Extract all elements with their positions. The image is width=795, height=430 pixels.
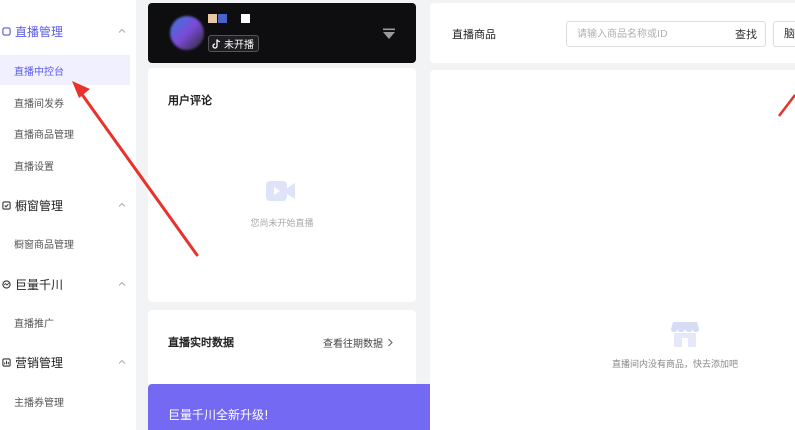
partial-button[interactable]: 脑 [773, 21, 795, 47]
sidebar-group-live[interactable]: 直播管理 [0, 20, 136, 42]
sidebar-item-live-coupons[interactable]: 直播间发券 [0, 87, 130, 117]
redacted-name-block [208, 14, 217, 23]
history-link-label: 查看往期数据 [323, 339, 383, 350]
chevron-up-icon[interactable] [118, 358, 126, 366]
sidebar-group-title: 营销管理 [15, 355, 64, 370]
empty-state-text: 直播间内没有商品，快去添加吧 [612, 360, 739, 370]
redacted-name-block [218, 14, 227, 23]
sidebar-item-showcase-products[interactable]: 橱窗商品管理 [0, 228, 130, 258]
sidebar-item-live-promotion[interactable]: 直播推广 [0, 307, 130, 337]
product-search-input[interactable] [567, 22, 717, 46]
section-title: 直播商品 [452, 28, 496, 41]
live-status-text: 未开播 [224, 40, 254, 51]
redacted-name-block [241, 14, 250, 23]
sidebar-group-title: 直播管理 [15, 24, 64, 39]
chevron-right-icon [388, 338, 393, 347]
card-title: 直播实时数据 [168, 336, 234, 349]
sidebar-group-qianchuan[interactable]: 巨量千川 [0, 273, 136, 295]
chevron-up-icon[interactable] [118, 201, 126, 209]
sidebar-group-title: 巨量千川 [15, 277, 64, 292]
video-camera-icon [266, 181, 295, 201]
history-data-link[interactable]: 查看往期数据 [323, 335, 394, 350]
live-products-header: 直播商品 查找 脑 [430, 3, 795, 63]
sidebar-group-showcase[interactable]: 橱窗管理 [0, 194, 136, 216]
tiktok-icon [212, 38, 221, 49]
caret-down-icon[interactable] [382, 28, 396, 40]
user-comments-card: 用户评论 您尚未开始直播 [148, 68, 416, 302]
sidebar-item-live-settings[interactable]: 直播设置 [0, 150, 130, 180]
marketing-icon [2, 357, 11, 367]
sidebar-item-live-products[interactable]: 直播商品管理 [0, 118, 130, 148]
card-title: 用户评论 [168, 94, 212, 107]
sidebar: 直播管理 直播中控台 直播间发券 直播商品管理 直播设置 橱窗管理 橱窗商品管理… [0, 0, 136, 430]
live-icon [2, 26, 11, 36]
chevron-up-icon[interactable] [118, 27, 126, 35]
avatar[interactable] [170, 16, 204, 50]
sidebar-item-live-console[interactable]: 直播中控台 [0, 55, 130, 85]
sidebar-item-anchor-coupons[interactable]: 主播券管理 [0, 386, 130, 416]
live-status-card: 未开播 [148, 3, 416, 63]
showcase-icon [2, 200, 11, 210]
search-button[interactable]: 查找 [735, 26, 757, 42]
product-search-box: 查找 [566, 21, 766, 47]
banner-text: 巨量千川全新升级! [168, 408, 269, 422]
live-products-panel: 直播间内没有商品，快去添加吧 [430, 70, 795, 430]
sidebar-group-title: 橱窗管理 [15, 198, 64, 213]
chevron-up-icon[interactable] [118, 280, 126, 288]
store-icon [671, 322, 699, 347]
qianchuan-icon [2, 279, 11, 289]
empty-state-text: 您尚未开始直播 [250, 219, 314, 229]
live-status-badge: 未开播 [208, 35, 259, 52]
qianchuan-upgrade-banner[interactable]: 巨量千川全新升级! [148, 384, 456, 430]
sidebar-group-marketing[interactable]: 营销管理 [0, 351, 136, 373]
